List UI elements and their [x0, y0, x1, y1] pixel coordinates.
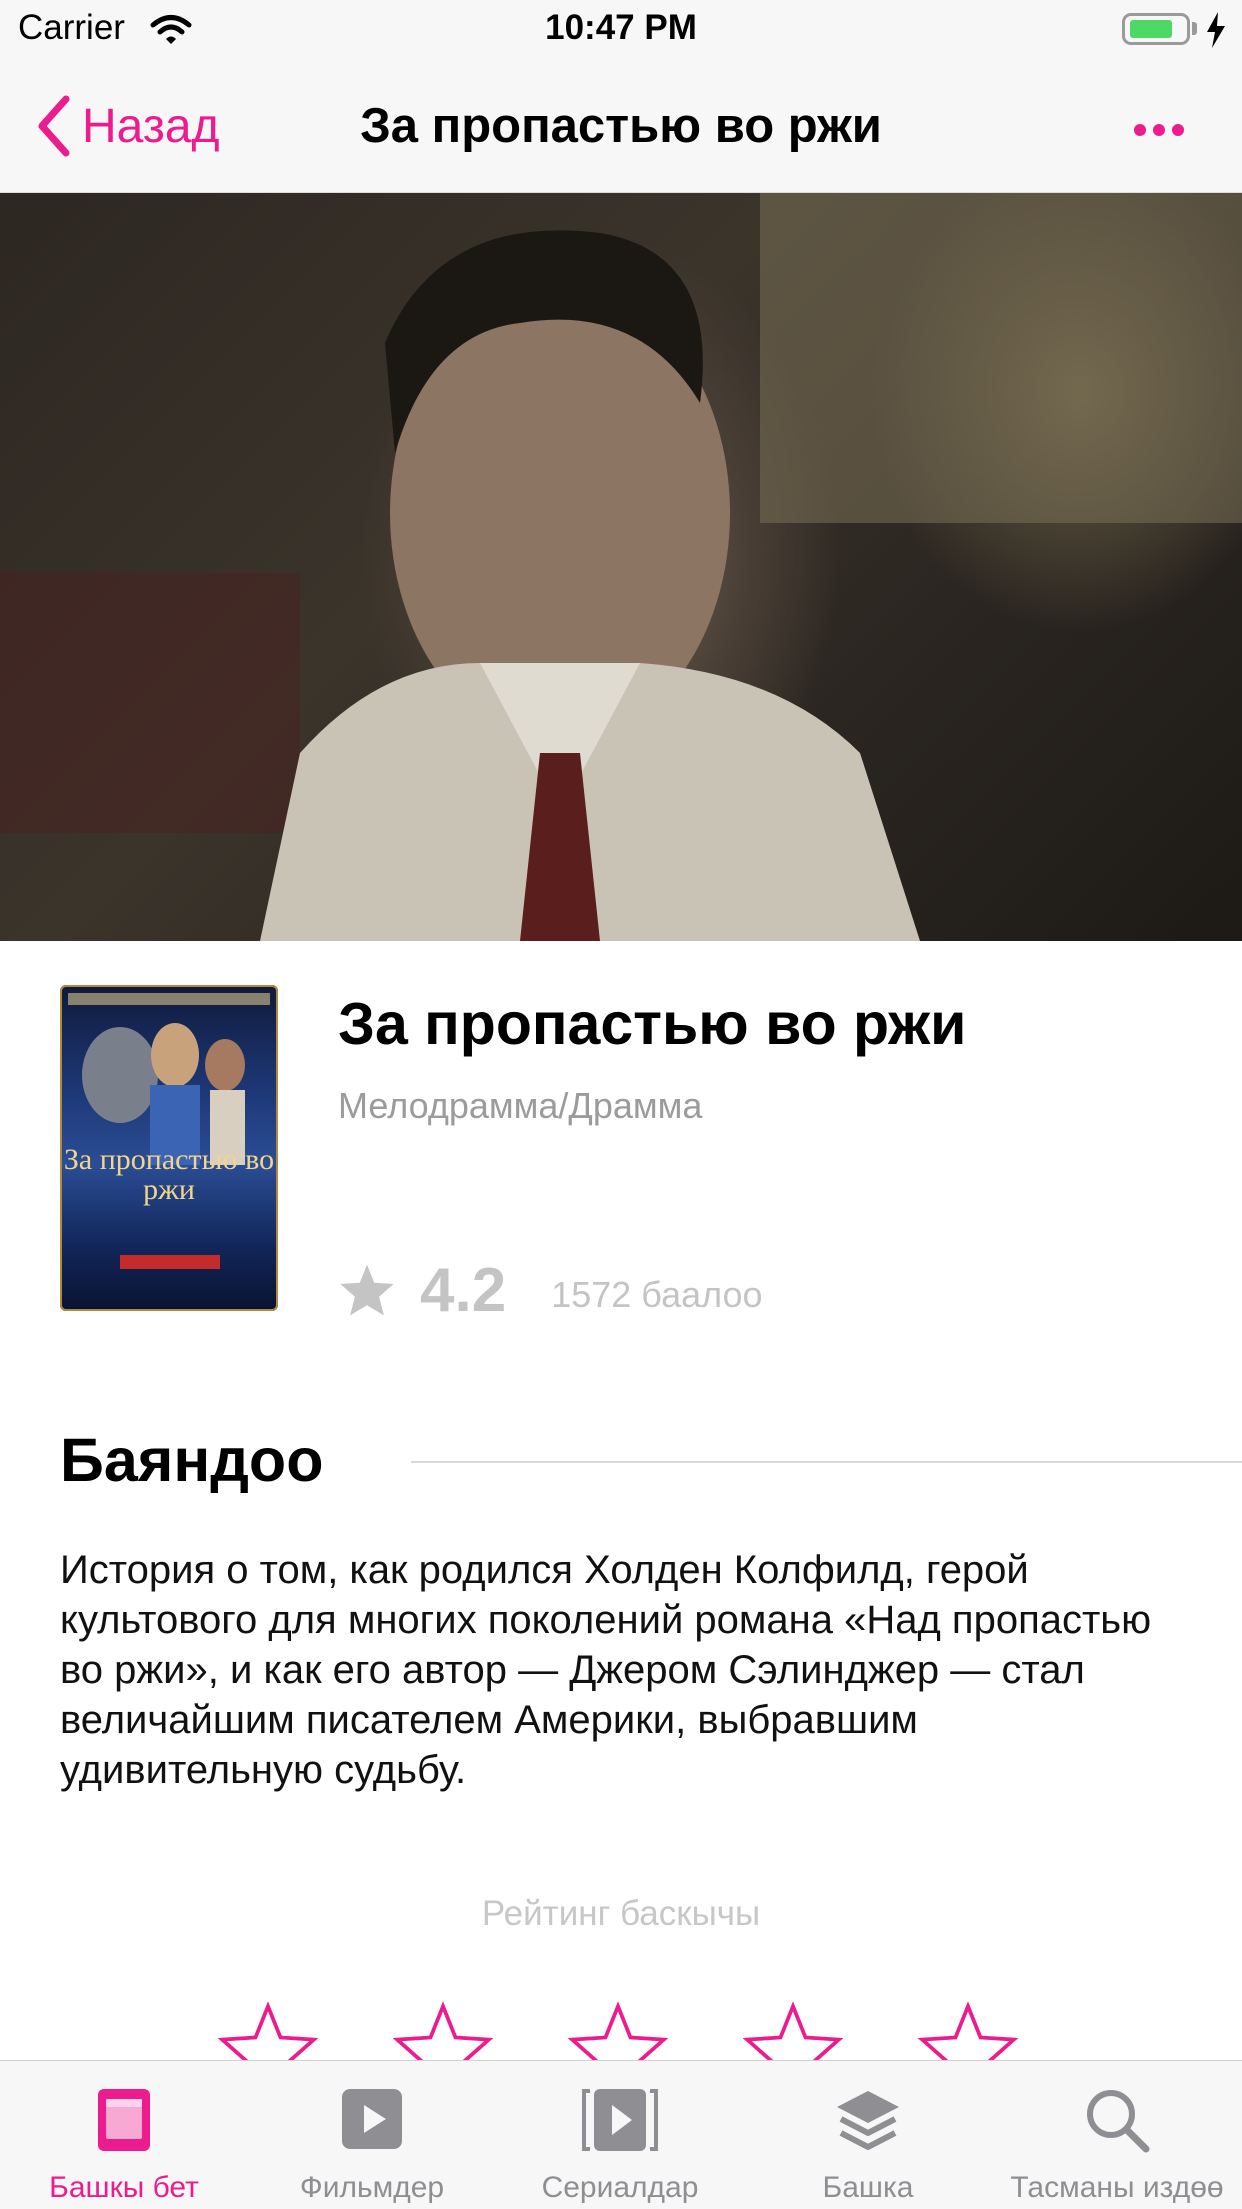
poster-title: За пропастью во ржи — [63, 1143, 275, 1206]
tab-movies[interactable]: Фильмдер — [248, 2061, 496, 2209]
movie-genre: Мелодрамма/Драмма — [338, 1085, 703, 1126]
movie-still-image — [0, 193, 1242, 941]
tab-label: Фильмдер — [299, 2171, 445, 2204]
tab-home[interactable]: Башкы бет — [0, 2061, 248, 2209]
battery-icon — [1122, 13, 1190, 45]
charging-bolt-icon — [1207, 12, 1225, 48]
tab-search[interactable]: Тасманы издөө — [992, 2061, 1242, 2209]
movie-poster[interactable]: За пропастью во ржи — [60, 985, 278, 1311]
navigation-bar: Назад За пропастью во ржи — [0, 60, 1242, 193]
battery-cap — [1192, 22, 1197, 35]
layers-icon — [837, 2091, 899, 2150]
rating-value: 4.2 — [420, 1255, 507, 1325]
rate-label: Рейтинг баскычы — [481, 1894, 761, 1933]
rating-summary: 4.2 1572 баалоо — [338, 1250, 763, 1330]
star-filled-icon — [340, 1264, 394, 1316]
nav-title: За пропастью во ржи — [360, 99, 882, 153]
tab-other[interactable]: Башка — [744, 2061, 992, 2209]
movie-title: За пропастью во ржи — [338, 991, 967, 1057]
tab-series[interactable]: Сериалдар — [496, 2061, 744, 2209]
votes-count: 1572 баалоо — [551, 1274, 763, 1315]
tab-bar: Башкы бет Фильмдер Сериалдар Башка Тасма… — [0, 2060, 1242, 2209]
status-bar: Carrier 10:47 PM — [0, 0, 1242, 60]
tab-label: Башка — [822, 2171, 914, 2204]
tab-label: Башкы бет — [49, 2171, 199, 2204]
series-icon — [582, 2089, 658, 2151]
more-options-icon[interactable] — [1130, 115, 1190, 145]
clock: 10:47 PM — [545, 8, 697, 47]
description-heading: Баяндоо — [60, 1426, 324, 1494]
description-text: История о том, как родился Холден Колфил… — [60, 1548, 1152, 1792]
section-divider — [411, 1461, 1242, 1463]
battery-level — [1130, 20, 1172, 38]
tab-label: Сериалдар — [541, 2171, 699, 2204]
hero-scene — [0, 193, 1242, 941]
home-icon — [98, 2089, 150, 2151]
search-icon — [1087, 2090, 1150, 2153]
tab-label: Тасманы издөө — [1010, 2171, 1224, 2204]
play-icon — [342, 2089, 402, 2149]
